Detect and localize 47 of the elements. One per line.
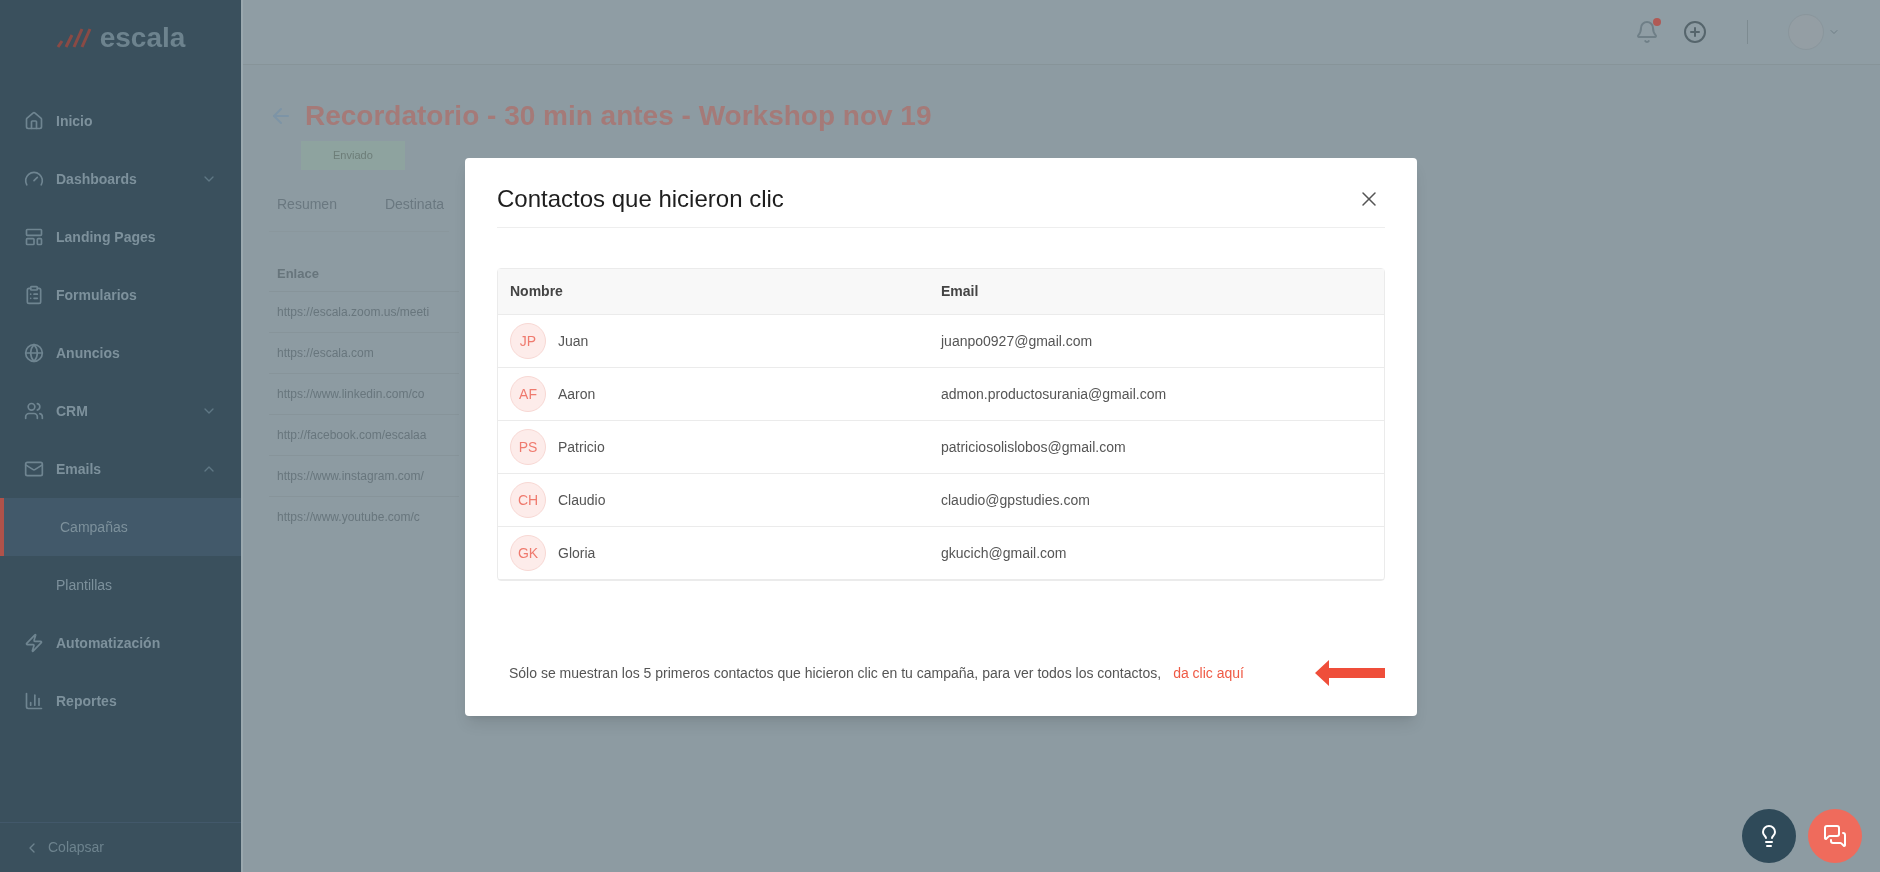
- contact-name: Claudio: [558, 490, 606, 510]
- globe-icon: [24, 343, 44, 363]
- avatar-initials: CH: [510, 482, 546, 518]
- lightning-icon: [24, 633, 44, 653]
- avatar-initials: PS: [510, 429, 546, 465]
- sidebar-item[interactable]: Dashboards: [0, 150, 241, 208]
- sidebar-item[interactable]: CRM: [0, 382, 241, 440]
- contact-email: patriciosolislobos@gmail.com: [941, 437, 1127, 457]
- chat-icon: [1823, 824, 1847, 848]
- contact-email: juanpo0927@gmail.com: [941, 331, 1094, 351]
- sidebar-subitem[interactable]: Campañas: [0, 498, 241, 556]
- notifications-button[interactable]: [1635, 20, 1659, 44]
- gauge-icon: [24, 169, 44, 189]
- add-icon[interactable]: [1683, 20, 1707, 44]
- avatar-initials: JP: [510, 323, 546, 359]
- column-header: Nombre: [510, 282, 564, 301]
- chat-button[interactable]: [1808, 809, 1862, 863]
- contact-name: Aaron: [558, 384, 596, 404]
- contact-email: gkucich@gmail.com: [941, 543, 1068, 563]
- contact-name: Patricio: [558, 437, 605, 457]
- chart-icon: [24, 691, 44, 711]
- users-icon: [24, 401, 44, 421]
- column-header: Email: [941, 282, 980, 301]
- footer-note: Sólo se muestran los 5 primeros contactos que hicieron clic en tu campaña, para ver todos los contactos,: [509, 663, 1162, 683]
- contact-name: Juan: [558, 331, 589, 351]
- home-icon: [24, 111, 44, 131]
- layout-icon: [24, 227, 44, 247]
- sidebar-subitem[interactable]: Plantillas: [0, 556, 241, 614]
- sidebar-item[interactable]: Emails: [0, 440, 241, 498]
- tips-button[interactable]: [1742, 809, 1796, 863]
- sidebar-item[interactable]: Reportes: [0, 672, 241, 730]
- form-icon: [24, 285, 44, 305]
- arrow-left-icon: [1315, 660, 1385, 686]
- sidebar-item[interactable]: Landing Pages: [0, 208, 241, 266]
- sidebar-item[interactable]: Anuncios: [0, 324, 241, 382]
- contact-email: claudio@gpstudies.com: [941, 490, 1091, 510]
- avatar-initials: GK: [510, 535, 546, 571]
- sidebar-item[interactable]: Formularios: [0, 266, 241, 324]
- contact-email: admon.productosurania@gmail.com: [941, 384, 1168, 404]
- sidebar-item[interactable]: Automatización: [0, 614, 241, 672]
- mail-icon: [24, 459, 44, 479]
- bell-icon: [1635, 20, 1659, 44]
- sidebar-item[interactable]: Inicio: [0, 92, 241, 150]
- avatar-initials: AF: [510, 376, 546, 412]
- view-all-link[interactable]: da clic aquí: [1173, 662, 1244, 684]
- contact-name: Gloria: [558, 543, 596, 563]
- modal-title: Contactos que hicieron clic: [497, 183, 784, 214]
